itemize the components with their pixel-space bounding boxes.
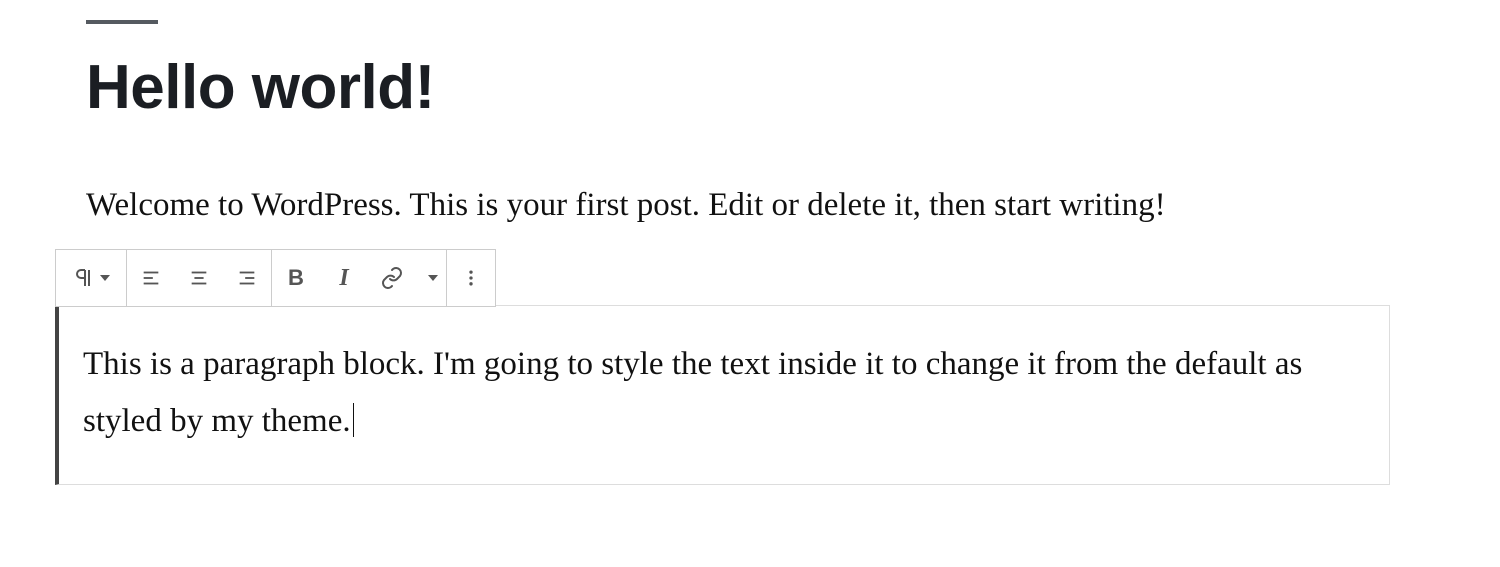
post-title[interactable]: Hello world! — [86, 54, 1500, 122]
intro-paragraph[interactable]: Welcome to WordPress. This is your first… — [86, 182, 1396, 228]
link-button[interactable] — [368, 250, 416, 306]
bold-icon: B — [288, 265, 304, 291]
italic-icon: I — [339, 265, 348, 292]
align-left-icon — [140, 267, 162, 289]
paragraph-block-selected[interactable]: This is a paragraph block. I'm going to … — [55, 305, 1390, 485]
align-center-button[interactable] — [175, 250, 223, 306]
bold-button[interactable]: B — [272, 250, 320, 306]
chevron-down-icon — [428, 275, 438, 281]
more-rich-text-button[interactable] — [416, 250, 446, 306]
more-vertical-icon — [461, 268, 481, 288]
more-options-button[interactable] — [447, 250, 495, 306]
decorative-rule — [86, 20, 158, 24]
pilcrow-icon — [72, 266, 96, 290]
italic-button[interactable]: I — [320, 250, 368, 306]
chevron-down-icon — [100, 275, 110, 281]
align-right-button[interactable] — [223, 250, 271, 306]
align-right-icon — [236, 267, 258, 289]
block-toolbar: B I — [55, 249, 496, 307]
align-left-button[interactable] — [127, 250, 175, 306]
link-icon — [380, 266, 404, 290]
text-caret — [353, 403, 354, 437]
align-center-icon — [188, 267, 210, 289]
block-type-button[interactable] — [56, 250, 126, 306]
paragraph-text[interactable]: This is a paragraph block. I'm going to … — [83, 346, 1302, 439]
